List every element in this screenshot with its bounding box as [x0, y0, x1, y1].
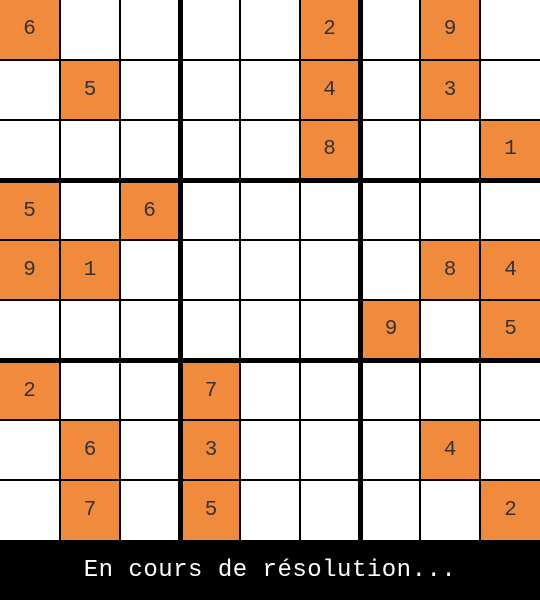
- given-cell: 3: [183, 421, 239, 479]
- empty-cell[interactable]: [241, 481, 299, 540]
- empty-cell[interactable]: [0, 61, 59, 119]
- empty-cell[interactable]: [301, 241, 358, 299]
- empty-cell[interactable]: [301, 301, 358, 358]
- given-cell: 6: [61, 421, 119, 479]
- empty-cell[interactable]: [363, 241, 419, 299]
- given-cell: 8: [421, 241, 479, 299]
- empty-cell[interactable]: [241, 121, 299, 178]
- empty-cell[interactable]: [363, 363, 419, 419]
- given-cell: 6: [0, 0, 59, 59]
- empty-cell[interactable]: [121, 421, 178, 479]
- empty-cell[interactable]: [121, 301, 178, 358]
- empty-cell[interactable]: [481, 363, 540, 419]
- empty-cell[interactable]: [0, 301, 59, 358]
- empty-cell[interactable]: [363, 183, 419, 239]
- empty-cell[interactable]: [363, 61, 419, 119]
- empty-cell[interactable]: [363, 421, 419, 479]
- empty-cell[interactable]: [0, 421, 59, 479]
- empty-cell[interactable]: [241, 183, 299, 239]
- empty-cell[interactable]: [481, 183, 540, 239]
- empty-cell[interactable]: [61, 183, 119, 239]
- sudoku-board: 629543815691849527634752: [0, 0, 540, 540]
- empty-cell[interactable]: [61, 121, 119, 178]
- empty-cell[interactable]: [121, 121, 178, 178]
- given-cell: 5: [183, 481, 239, 540]
- empty-cell[interactable]: [121, 0, 178, 59]
- empty-cell[interactable]: [121, 481, 178, 540]
- empty-cell[interactable]: [61, 301, 119, 358]
- empty-cell[interactable]: [481, 421, 540, 479]
- empty-cell[interactable]: [183, 183, 239, 239]
- empty-cell[interactable]: [121, 61, 178, 119]
- given-cell: 9: [363, 301, 419, 358]
- empty-cell[interactable]: [121, 363, 178, 419]
- given-cell: 8: [301, 121, 358, 178]
- empty-cell[interactable]: [183, 301, 239, 358]
- empty-cell[interactable]: [241, 421, 299, 479]
- given-cell: 4: [421, 421, 479, 479]
- given-cell: 7: [183, 363, 239, 419]
- empty-cell[interactable]: [363, 0, 419, 59]
- empty-cell[interactable]: [121, 241, 178, 299]
- empty-cell[interactable]: [301, 363, 358, 419]
- empty-cell[interactable]: [183, 0, 239, 59]
- empty-cell[interactable]: [241, 301, 299, 358]
- empty-cell[interactable]: [301, 421, 358, 479]
- empty-cell[interactable]: [61, 0, 119, 59]
- given-cell: 2: [0, 363, 59, 419]
- empty-cell[interactable]: [241, 61, 299, 119]
- empty-cell[interactable]: [301, 183, 358, 239]
- given-cell: 5: [481, 301, 540, 358]
- given-cell: 5: [61, 61, 119, 119]
- empty-cell[interactable]: [183, 241, 239, 299]
- empty-cell[interactable]: [421, 301, 479, 358]
- given-cell: 4: [301, 61, 358, 119]
- empty-cell[interactable]: [421, 481, 479, 540]
- empty-cell[interactable]: [363, 121, 419, 178]
- empty-cell[interactable]: [0, 121, 59, 178]
- given-cell: 2: [481, 481, 540, 540]
- given-cell: 1: [61, 241, 119, 299]
- empty-cell[interactable]: [301, 481, 358, 540]
- empty-cell[interactable]: [421, 183, 479, 239]
- status-bar: En cours de résolution...: [0, 540, 540, 600]
- given-cell: 7: [61, 481, 119, 540]
- given-cell: 6: [121, 183, 178, 239]
- empty-cell[interactable]: [481, 0, 540, 59]
- empty-cell[interactable]: [0, 481, 59, 540]
- given-cell: 5: [0, 183, 59, 239]
- empty-cell[interactable]: [481, 61, 540, 119]
- empty-cell[interactable]: [183, 121, 239, 178]
- given-cell: 4: [481, 241, 540, 299]
- empty-cell[interactable]: [421, 121, 479, 178]
- given-cell: 1: [481, 121, 540, 178]
- given-cell: 2: [301, 0, 358, 59]
- empty-cell[interactable]: [363, 481, 419, 540]
- given-cell: 3: [421, 61, 479, 119]
- empty-cell[interactable]: [241, 241, 299, 299]
- given-cell: 9: [0, 241, 59, 299]
- given-cell: 9: [421, 0, 479, 59]
- empty-cell[interactable]: [421, 363, 479, 419]
- empty-cell[interactable]: [241, 0, 299, 59]
- status-text: En cours de résolution...: [83, 556, 457, 584]
- empty-cell[interactable]: [183, 61, 239, 119]
- empty-cell[interactable]: [61, 363, 119, 419]
- empty-cell[interactable]: [241, 363, 299, 419]
